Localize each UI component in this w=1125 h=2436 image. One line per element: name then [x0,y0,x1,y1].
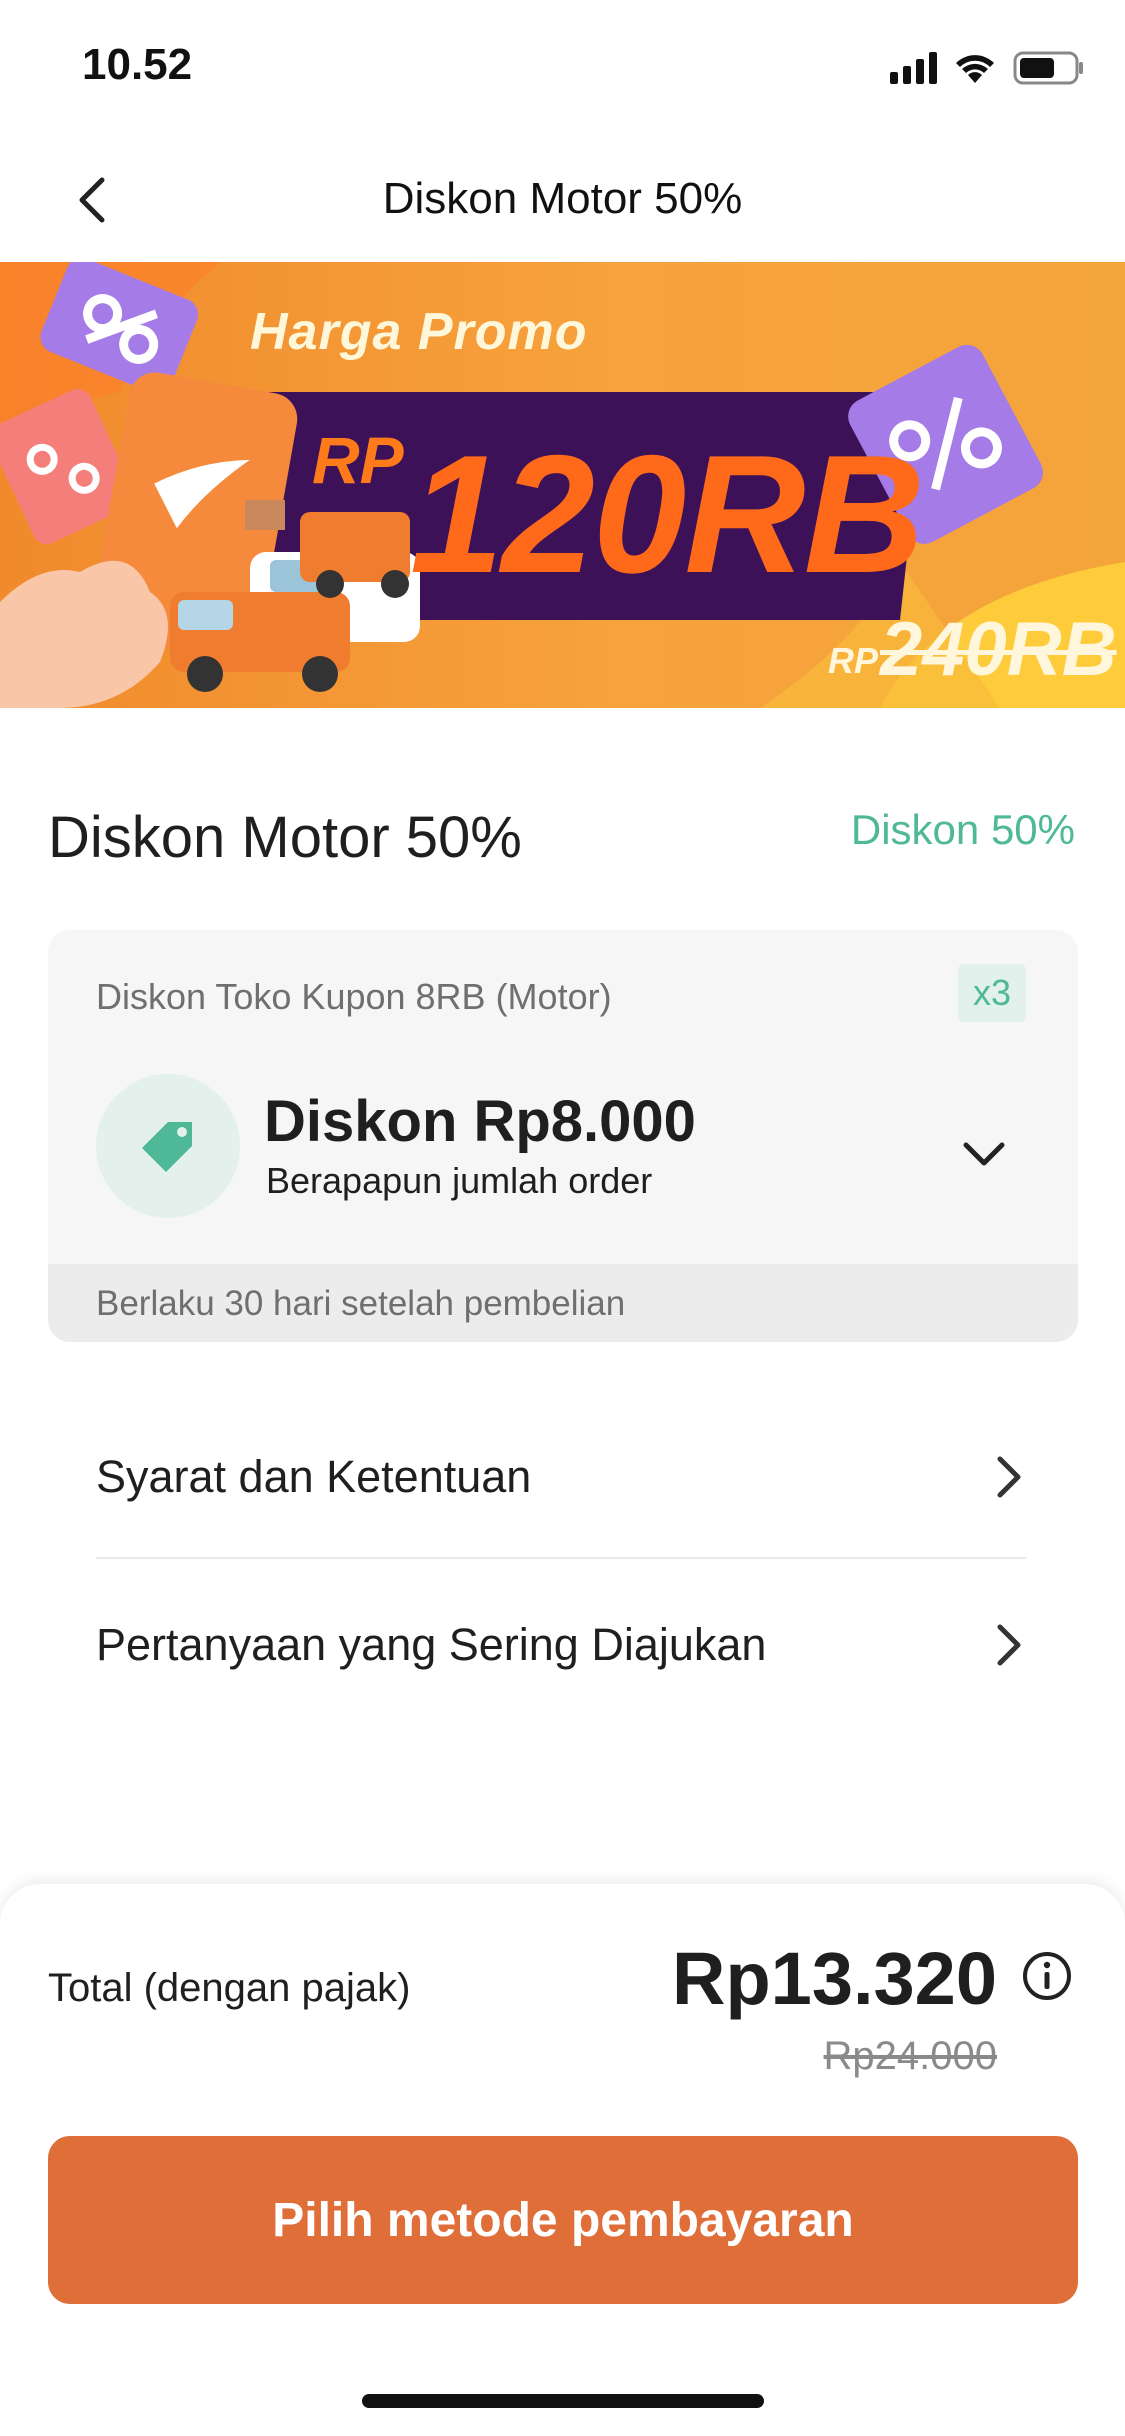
coupon-condition: Berapapun jumlah order [266,1160,653,1201]
banner-old-price-currency: RP [828,640,879,681]
promo-banner: Harga Promo RP 120RB RP 240RB [0,262,1125,708]
home-indicator [362,2394,764,2408]
terms-and-conditions-row[interactable]: Syarat dan Ketentuan [96,1402,1026,1552]
chevron-right-icon [997,1624,1021,1666]
product-title: Diskon Motor 50% [48,805,522,870]
status-bar: 10.52 [0,0,1125,132]
discount-badge: Diskon 50% [850,806,1075,853]
banner-price: 120RB [410,420,925,608]
coupon-tag-icon [142,1122,192,1172]
chevron-right-icon [997,1456,1021,1498]
status-time: 10.52 [82,40,193,89]
divider [96,1557,1026,1559]
signal-icon [890,52,937,84]
coupon-footer: Berlaku 30 hari setelah pembelian [48,1264,1078,1342]
terms-and-conditions-label: Syarat dan Ketentuan [96,1451,532,1502]
faq-row[interactable]: Pertanyaan yang Sering Diajukan [96,1570,1026,1720]
coupon-quantity-badge: x3 [958,964,1026,1022]
choose-payment-method-button[interactable]: Pilih metode pembayaran [48,2136,1078,2304]
banner-old-price: 240RB [880,607,1117,692]
coupon-validity: Berlaku 30 hari setelah pembelian [96,1284,626,1323]
original-price: Rp24.000 [823,2034,997,2078]
coupon-name: Diskon Toko Kupon 8RB (Motor) [96,976,612,1017]
battery-icon [1013,50,1085,86]
status-icons [890,50,1085,86]
wifi-icon [953,51,997,85]
checkout-sheet: Total (dengan pajak) Rp13.320 Rp24.000 P… [0,1884,1125,2436]
total-label: Total (dengan pajak) [48,1966,411,2010]
chevron-down-icon [963,1142,1005,1166]
coupon-amount: Diskon Rp8.000 [264,1089,696,1154]
coupon-icon-circle [96,1074,240,1218]
banner-subtitle: Harga Promo [250,303,588,361]
total-price: Rp13.320 [672,1937,997,2020]
coupon-expand-button[interactable] [954,1124,1014,1184]
page-title: Diskon Motor 50% [382,174,743,223]
info-icon[interactable] [1021,1950,1073,2002]
banner-price-currency: RP [312,423,404,497]
faq-label: Pertanyaan yang Sering Diajukan [96,1619,767,1670]
nav-bar: Diskon Motor 50% [0,140,1125,260]
coupon-card[interactable]: Diskon Toko Kupon 8RB (Motor) x3 Diskon … [48,930,1078,1342]
